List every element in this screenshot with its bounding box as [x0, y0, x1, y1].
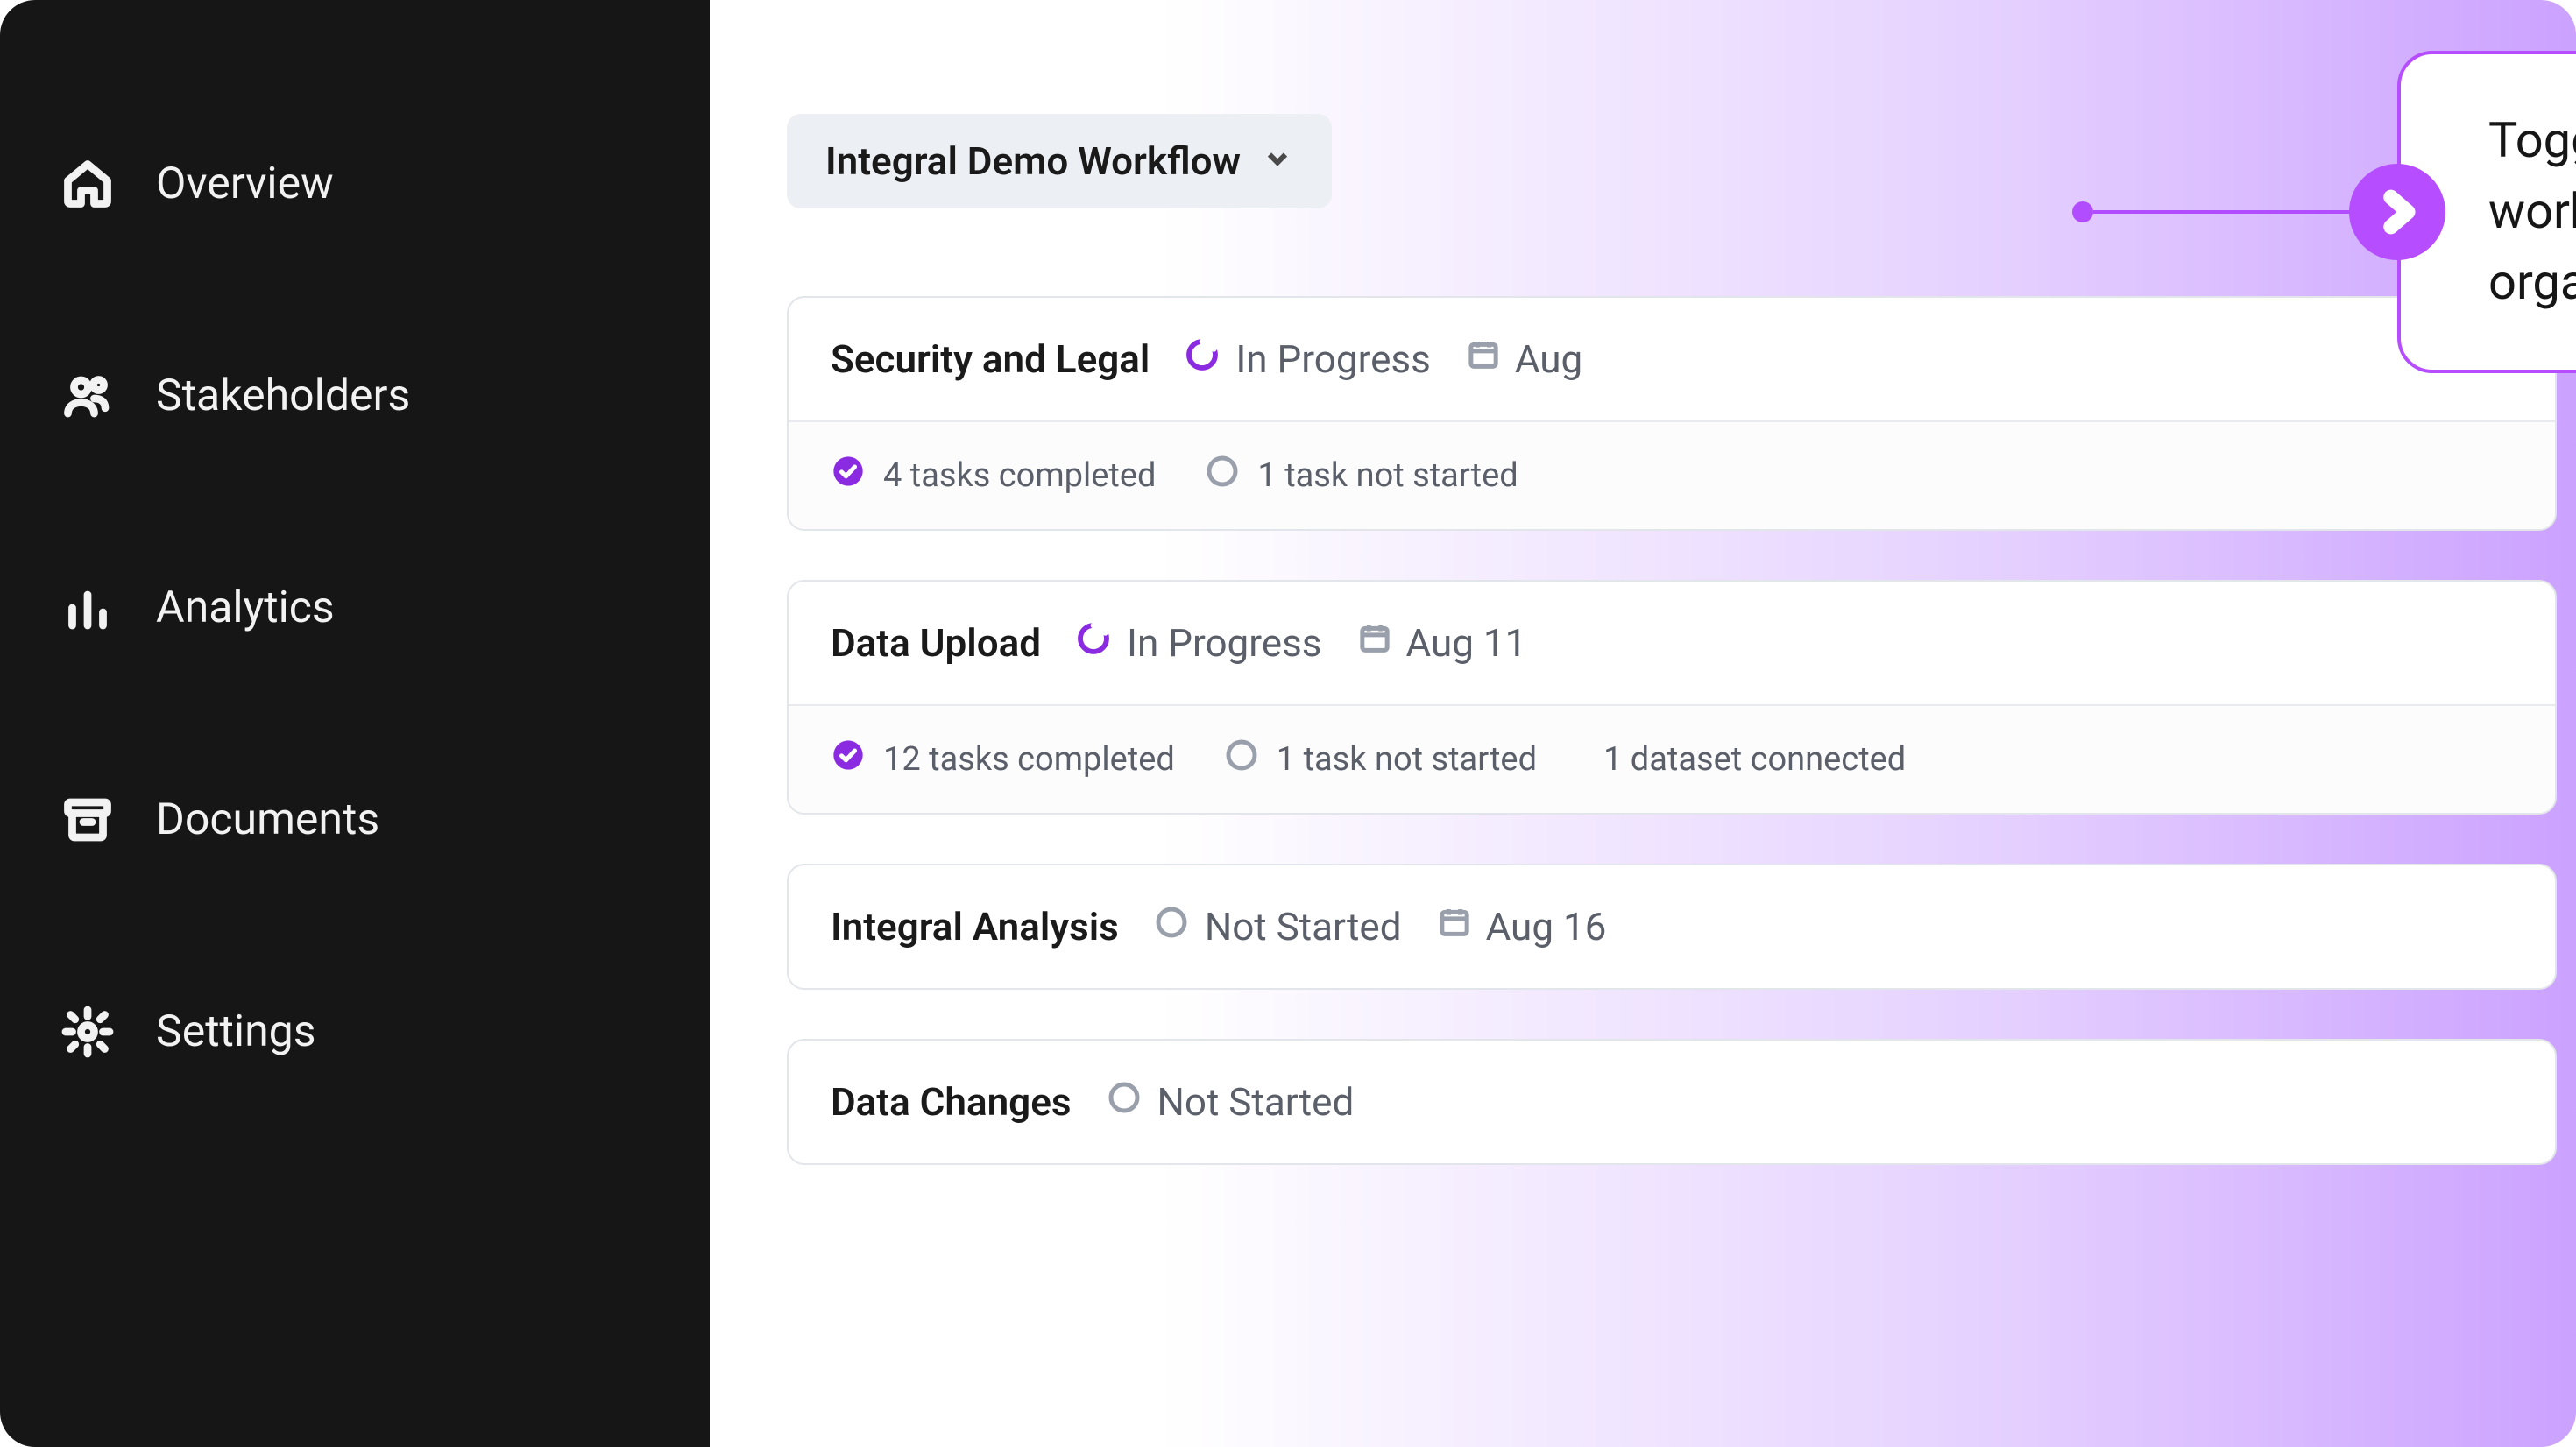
card-header: Data Changes Not Started [789, 1041, 2555, 1163]
status-icon [1185, 336, 1220, 382]
status-text: Not Started [1157, 1079, 1355, 1125]
card-status: Not Started [1107, 1079, 1355, 1125]
card-sub: 4 tasks completed 1 task not started [789, 420, 2555, 529]
status-text: Not Started [1205, 904, 1402, 949]
card-status: In Progress [1185, 336, 1430, 382]
date-text: Aug 16 [1486, 904, 1607, 949]
app-root: Overview Stakeholders Analytics Document… [0, 0, 2576, 1447]
gear-icon [61, 1006, 114, 1058]
card-status: In Progress [1076, 620, 1321, 666]
chevron-down-icon [1262, 138, 1293, 184]
sidebar-item-stakeholders[interactable]: Stakeholders [61, 370, 710, 422]
sidebar-item-label: Overview [156, 159, 334, 209]
card-date: Aug [1466, 336, 1582, 382]
sub-pill: 4 tasks completed [831, 454, 1156, 498]
callout-connector [2072, 210, 2353, 214]
status-text: In Progress [1127, 620, 1321, 666]
sidebar: Overview Stakeholders Analytics Document… [0, 0, 710, 1447]
check-circle-icon [831, 738, 866, 781]
sub-pill-text: 1 task not started [1257, 456, 1518, 495]
card-title: Security and Legal [831, 336, 1150, 382]
sidebar-item-analytics[interactable]: Analytics [61, 582, 710, 634]
card-date: Aug 16 [1437, 904, 1607, 949]
sidebar-item-label: Settings [156, 1006, 316, 1057]
circle-icon [1205, 454, 1240, 498]
workflow-card[interactable]: Data Upload In Progress Aug 11 12 tasks com… [787, 580, 2557, 815]
sub-pill-text: 12 tasks completed [883, 740, 1175, 779]
sub-pill-text: 1 dataset connected [1603, 740, 1906, 779]
card-title: Data Upload [831, 620, 1041, 666]
sidebar-item-label: Analytics [156, 582, 335, 633]
bar-chart-icon [61, 582, 114, 634]
card-date: Aug 11 [1357, 620, 1527, 666]
sidebar-item-overview[interactable]: Overview [61, 158, 710, 210]
card-title: Integral Analysis [831, 904, 1119, 949]
sidebar-item-label: Documents [156, 794, 379, 845]
users-icon [61, 370, 114, 422]
sidebar-item-label: Stakeholders [156, 371, 410, 421]
calendar-icon [1466, 336, 1501, 382]
date-text: Aug [1515, 336, 1582, 382]
sidebar-item-settings[interactable]: Settings [61, 1006, 710, 1058]
workflow-card[interactable]: Data Changes Not Started [787, 1039, 2557, 1165]
sub-pill-text: 1 task not started [1277, 740, 1537, 779]
date-text: Aug 11 [1406, 620, 1527, 666]
sub-pill: 12 tasks completed [831, 738, 1175, 781]
sidebar-item-documents[interactable]: Documents [61, 794, 710, 846]
main-content: Integral Demo Workflow Toggle between ac… [710, 0, 2576, 1447]
sub-pill: 1 task not started [1205, 454, 1518, 498]
workflow-card[interactable]: Integral Analysis Not Started Aug 16 [787, 864, 2557, 990]
calendar-icon [1437, 904, 1472, 949]
connector-dot [2072, 201, 2093, 222]
status-icon [1154, 904, 1189, 949]
workflow-cards: Security and Legal In Progress Aug 4 tasks … [787, 296, 2557, 1165]
status-text: In Progress [1235, 336, 1430, 382]
card-status: Not Started [1154, 904, 1402, 949]
card-sub: 12 tasks completed 1 task not started 1 da… [789, 704, 2555, 813]
connector-line [2093, 210, 2353, 214]
card-title: Data Changes [831, 1079, 1072, 1125]
workflow-selector[interactable]: Integral Demo Workflow [787, 114, 1332, 208]
card-header: Integral Analysis Not Started Aug 16 [789, 865, 2555, 988]
status-icon [1107, 1079, 1142, 1125]
check-circle-icon [831, 454, 866, 498]
sub-pill: 1 task not started [1224, 738, 1537, 781]
sub-pill: 1 dataset connected [1586, 740, 1906, 779]
archive-icon [61, 794, 114, 846]
sub-pill-text: 4 tasks completed [883, 456, 1156, 495]
card-header: Data Upload In Progress Aug 11 [789, 582, 2555, 704]
circle-icon [1224, 738, 1259, 781]
callout-annotation: Toggle between active workflows your org… [2072, 51, 2576, 373]
home-icon [61, 158, 114, 210]
workflow-selector-label: Integral Demo Workflow [825, 138, 1241, 184]
calendar-icon [1357, 620, 1392, 666]
arrow-right-icon [2349, 164, 2445, 260]
status-icon [1076, 620, 1111, 666]
